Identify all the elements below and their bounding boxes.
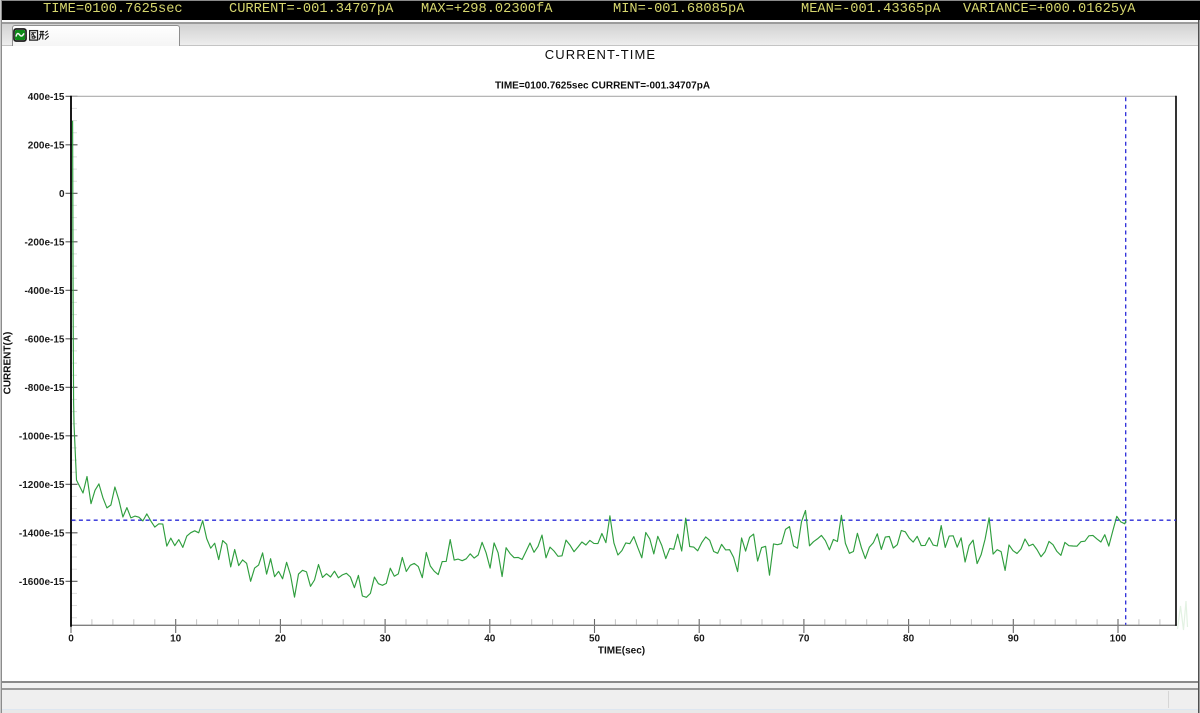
svg-text:CURRENT(A): CURRENT(A) (3, 332, 14, 395)
svg-text:TIME(sec): TIME(sec) (598, 646, 645, 657)
svg-text:-600e-15: -600e-15 (24, 334, 64, 345)
svg-text:TIME=0100.7625sec CURRENT=-001: TIME=0100.7625sec CURRENT=-001.34707pA (495, 81, 710, 92)
svg-text:40: 40 (484, 634, 496, 645)
svg-text:90: 90 (1008, 634, 1020, 645)
svg-text:60: 60 (694, 634, 706, 645)
svg-text:-1200e-15: -1200e-15 (19, 480, 65, 491)
svg-text:200e-15: 200e-15 (28, 140, 65, 151)
svg-text:100: 100 (1110, 634, 1127, 645)
svg-text:400e-15: 400e-15 (28, 92, 65, 103)
svg-text:CURRENT-TIME: CURRENT-TIME (545, 47, 656, 62)
svg-text:-1600e-15: -1600e-15 (19, 577, 65, 588)
svg-text:70: 70 (798, 634, 810, 645)
svg-text:-400e-15: -400e-15 (24, 286, 64, 297)
svg-text:10: 10 (170, 634, 182, 645)
svg-text:-1400e-15: -1400e-15 (19, 528, 65, 539)
svg-text:20: 20 (275, 634, 287, 645)
svg-text:-1000e-15: -1000e-15 (19, 431, 65, 442)
svg-text:0: 0 (68, 634, 74, 645)
svg-text:30: 30 (380, 634, 392, 645)
svg-text:-800e-15: -800e-15 (24, 383, 64, 394)
svg-text:0: 0 (59, 189, 65, 200)
svg-text:-200e-15: -200e-15 (24, 237, 64, 248)
svg-text:50: 50 (589, 634, 601, 645)
svg-text:80: 80 (903, 634, 915, 645)
